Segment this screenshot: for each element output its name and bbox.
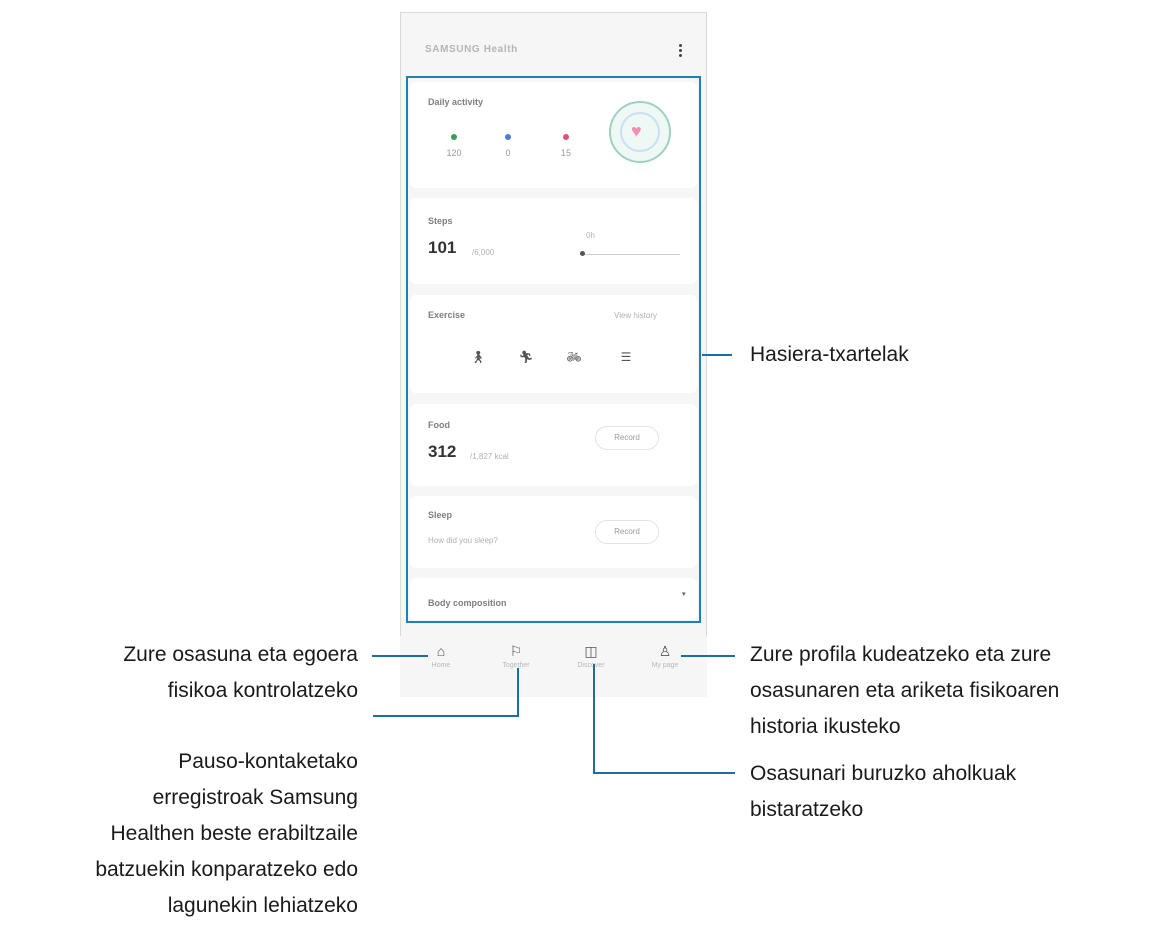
home-cards-highlight bbox=[406, 76, 701, 623]
callout-line-discover-v bbox=[593, 664, 595, 774]
more-options-icon[interactable] bbox=[675, 42, 685, 58]
home-icon: ⌂ bbox=[436, 643, 446, 659]
tab-together[interactable]: ⚐ Together bbox=[488, 642, 544, 669]
callout-line-together-v bbox=[517, 668, 519, 717]
callout-line-home-cards bbox=[702, 354, 732, 356]
discover-icon: ◫ bbox=[584, 643, 598, 659]
callout-line-home-tab bbox=[372, 655, 428, 657]
app-header: SAMSUNG Health bbox=[401, 13, 706, 81]
callout-line-together-h bbox=[373, 715, 519, 717]
callout-together-tab: Pauso-kontaketako erregistroak Samsung Hea… bbox=[95, 750, 358, 917]
flag-icon: ⚐ bbox=[509, 643, 523, 659]
callout-discover-tab: Osasunari buruzko aholkuak bistaratzeko bbox=[750, 762, 1017, 821]
person-icon: ♙ bbox=[658, 643, 672, 659]
bottom-navigation: ⌂ Home ⚐ Together ◫ Discover ♙ My page bbox=[400, 636, 707, 697]
tab-discover[interactable]: ◫ Discover bbox=[563, 642, 619, 669]
callout-home-cards: Hasiera-txartelak bbox=[750, 343, 909, 366]
callout-my-page-tab: Zure profila kudeatzeko eta zure osasunar… bbox=[750, 643, 1060, 738]
app-title: SAMSUNG Health bbox=[425, 44, 518, 55]
callout-line-my-page bbox=[681, 655, 735, 657]
callout-line-discover-h bbox=[593, 772, 735, 774]
callout-home-tab: Zure osasuna eta egoera fisikoa kontrolat… bbox=[123, 643, 358, 702]
